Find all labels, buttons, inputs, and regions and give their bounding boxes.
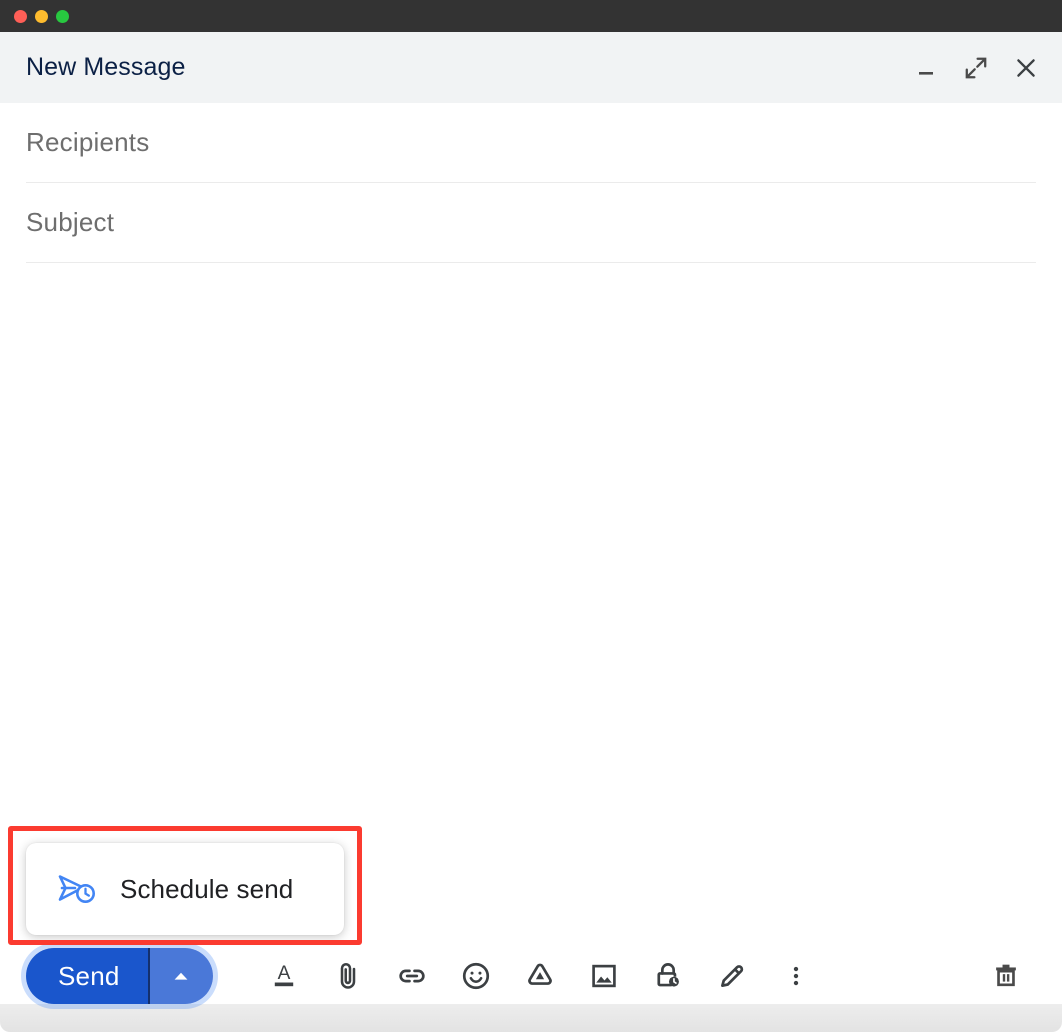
caret-up-icon — [174, 972, 188, 980]
schedule-send-menu-item[interactable]: Schedule send — [26, 843, 344, 935]
format-text-icon: A — [274, 963, 294, 987]
insert-signature-button[interactable] — [700, 948, 764, 1004]
trash-icon — [996, 964, 1016, 987]
close-window-dot[interactable] — [14, 9, 27, 23]
paperclip-icon — [340, 963, 356, 989]
window-actions — [912, 54, 1040, 82]
compose-toolbar: A — [252, 948, 828, 1004]
page-title: New Message — [26, 53, 186, 81]
close-icon — [1017, 58, 1035, 77]
subject-placeholder: Subject — [26, 207, 115, 237]
link-icon — [399, 969, 425, 983]
drive-icon — [528, 963, 552, 985]
message-body-editor[interactable] — [0, 263, 1062, 943]
send-button[interactable]: Send — [26, 948, 148, 1004]
attach-file-button[interactable] — [316, 948, 380, 1004]
expand-icon — [965, 57, 987, 78]
more-vertical-icon — [793, 966, 799, 986]
macos-titlebar — [0, 0, 1062, 32]
more-options-button[interactable] — [764, 948, 828, 1004]
recipients-field[interactable]: Recipients — [26, 103, 1036, 183]
insert-link-button[interactable] — [380, 948, 444, 1004]
confidential-mode-button[interactable] — [636, 948, 700, 1004]
window-footer-strip — [0, 1004, 1062, 1032]
zoom-window-dot[interactable] — [56, 9, 69, 23]
discard-draft-button[interactable] — [978, 948, 1034, 1004]
traffic-light-group — [14, 9, 69, 23]
expand-window-button[interactable] — [962, 54, 990, 82]
insert-photo-button[interactable] — [572, 948, 636, 1004]
close-window-button[interactable] — [1012, 54, 1040, 82]
formatting-options-button[interactable]: A — [252, 948, 316, 1004]
subject-field[interactable]: Subject — [26, 183, 1036, 263]
send-options-button[interactable] — [147, 948, 213, 1004]
insert-drive-file-button[interactable] — [508, 948, 572, 1004]
minimize-window-button[interactable] — [912, 54, 940, 82]
insert-emoji-button[interactable] — [444, 948, 508, 1004]
image-icon — [592, 964, 616, 988]
emoji-icon — [462, 962, 490, 990]
minimize-window-dot[interactable] — [35, 9, 48, 23]
lock-clock-icon — [657, 963, 679, 987]
minimize-icon — [919, 71, 933, 75]
recipients-placeholder: Recipients — [26, 127, 150, 157]
schedule-send-label: Schedule send — [120, 873, 294, 904]
pen-icon — [721, 965, 744, 987]
schedule-send-icon — [56, 867, 100, 911]
svg-text:A: A — [278, 963, 291, 984]
compose-header: New Message — [0, 32, 1062, 103]
send-split-button[interactable]: Send — [26, 948, 213, 1004]
compose-fields: Recipients Subject — [0, 103, 1062, 263]
